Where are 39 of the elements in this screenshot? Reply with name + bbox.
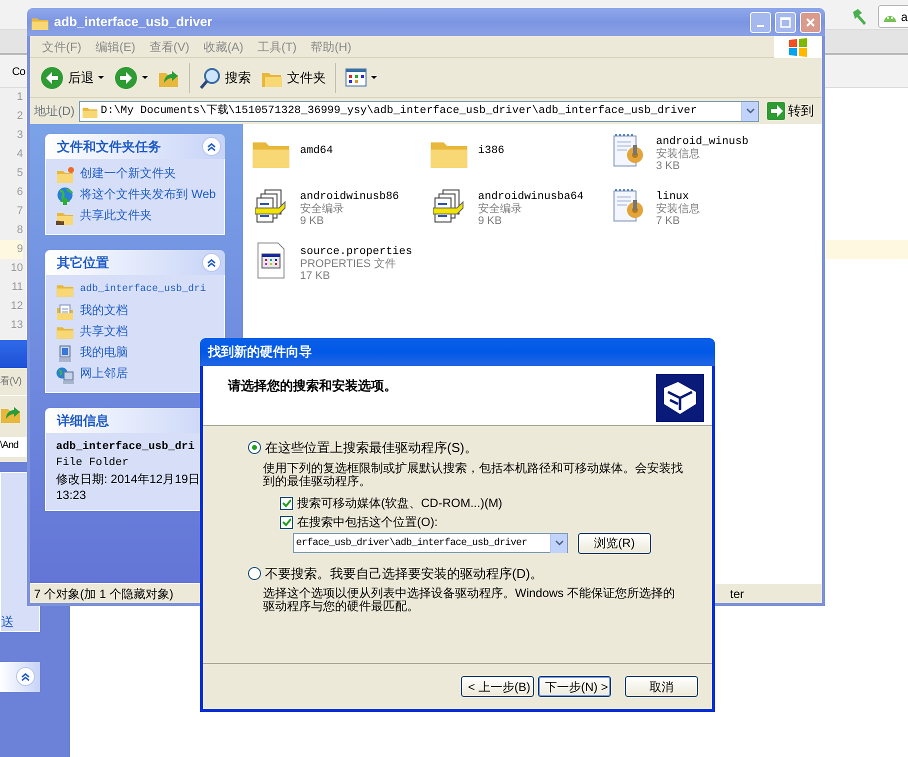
tab-label: Co	[12, 65, 26, 80]
dialog-heading: 请选择您的搜索和安装选项。	[228, 378, 397, 395]
panel-title: 其它位置	[57, 254, 109, 272]
window-title: adb_interface_usb_driver	[54, 13, 212, 32]
file-type: 安装信息	[656, 203, 700, 215]
dialog-title: 找到新的硬件向导	[208, 343, 312, 362]
option-description: 选择这个选项以便从列表中选择设备驱动程序。Windows 不能保证您所选择的驱动程序与您的硬件最匹配。	[263, 587, 676, 613]
line-number: 2	[16, 109, 23, 124]
line-number: 8	[16, 223, 23, 238]
line-number: 1	[16, 90, 23, 105]
line-number: 4	[16, 147, 23, 162]
file-size: 17 KB	[300, 270, 331, 282]
line-number: 7	[16, 204, 23, 219]
line-number: 3	[16, 128, 23, 143]
file-type: PROPERTIES 文件	[300, 258, 397, 270]
file-size: 3 KB	[656, 160, 681, 172]
file-type: 安全编录	[300, 203, 345, 215]
file-size: 9 KB	[478, 215, 503, 227]
detail-type: File Folder	[56, 456, 130, 470]
line-number: 6	[16, 185, 23, 200]
line-number: 11	[10, 280, 23, 295]
line-number: 10	[10, 261, 23, 276]
status-text: 7 个对象(加 1 个隐藏对象)	[34, 586, 174, 602]
panel-title: 详细信息	[57, 412, 109, 430]
panel-title: 文件和文件夹任务	[57, 138, 161, 156]
line-number: 5	[16, 166, 23, 181]
status-text: ter	[730, 586, 744, 602]
line-number: 9	[0, 240, 23, 259]
line-number: 13	[10, 318, 23, 333]
detail-modified: 修改日期: 2014年12月19日	[56, 472, 202, 486]
detail-name: adb_interface_usb_dri	[56, 440, 196, 454]
file-type: 安装信息	[656, 148, 701, 160]
line-number: 12	[10, 299, 23, 314]
option-description: 使用下列的复选框限制或扩展默认搜索，包括本机路径和可移动媒体。会安装找到的最佳驱动程序。	[263, 462, 683, 488]
address-label: 地址(D)	[34, 103, 75, 120]
file-type: 安全编录	[478, 203, 523, 215]
detail-time: 13:23	[56, 488, 88, 502]
file-size: 9 KB	[300, 215, 325, 227]
file-size: 7 KB	[656, 215, 681, 227]
